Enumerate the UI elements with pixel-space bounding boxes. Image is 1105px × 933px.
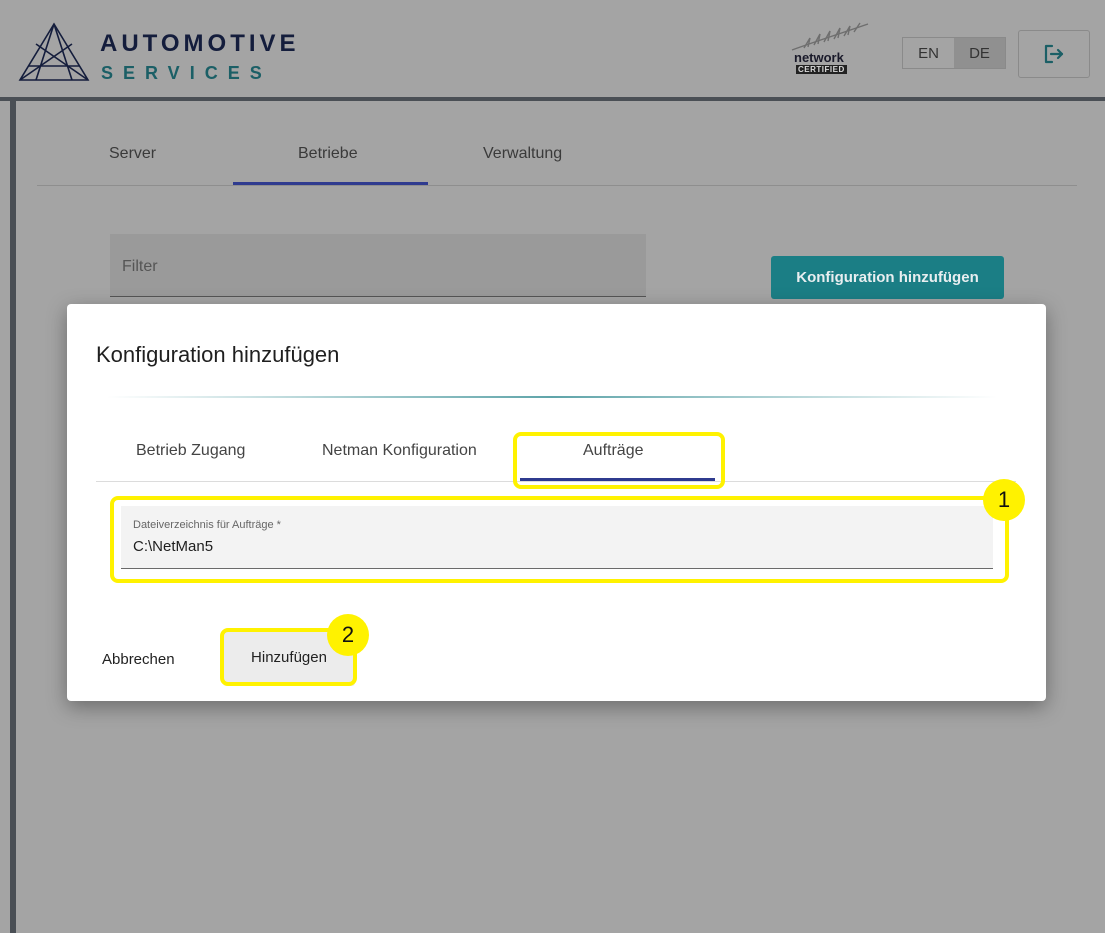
lang-de-button[interactable]: DE xyxy=(954,38,1005,68)
dialog-tab-betrieb-zugang[interactable]: Betrieb Zugang xyxy=(136,442,245,460)
dialog-title: Konfiguration hinzufügen xyxy=(96,342,340,367)
badge-certified-text: CERTIFIED xyxy=(796,65,847,74)
app-header: AUTOMOTIVE SERVICES network CERTIFIED EN… xyxy=(0,0,1105,101)
logout-icon xyxy=(1044,44,1064,64)
dialog-tab-netman-konfiguration[interactable]: Netman Konfiguration xyxy=(322,442,477,460)
step-marker-1: 1 xyxy=(983,479,1025,521)
filter-input[interactable]: Filter xyxy=(110,234,646,297)
page-tabs-divider xyxy=(37,185,1077,186)
tab-server[interactable]: Server xyxy=(109,145,156,163)
logout-button[interactable] xyxy=(1018,30,1090,78)
triangle-logo-icon xyxy=(18,22,90,81)
page-tab-active-indicator xyxy=(233,182,428,185)
filter-placeholder: Filter xyxy=(122,258,158,275)
language-switcher: EN DE xyxy=(902,37,1006,69)
highlight-tab-auftraege xyxy=(513,432,725,489)
title-divider xyxy=(107,396,997,398)
cancel-button[interactable]: Abbrechen xyxy=(102,651,175,668)
tab-betriebe[interactable]: Betriebe xyxy=(298,145,358,163)
brand-title: AUTOMOTIVE xyxy=(100,30,300,57)
brand-subtitle: SERVICES xyxy=(101,63,272,83)
lang-en-button[interactable]: EN xyxy=(903,38,954,68)
highlight-orders-field xyxy=(110,496,1009,583)
left-border xyxy=(10,101,16,933)
tab-verwaltung[interactable]: Verwaltung xyxy=(483,145,562,163)
add-configuration-button[interactable]: Konfiguration hinzufügen xyxy=(771,256,1004,299)
badge-network-text: network xyxy=(794,50,844,65)
step-marker-2: 2 xyxy=(327,614,369,656)
